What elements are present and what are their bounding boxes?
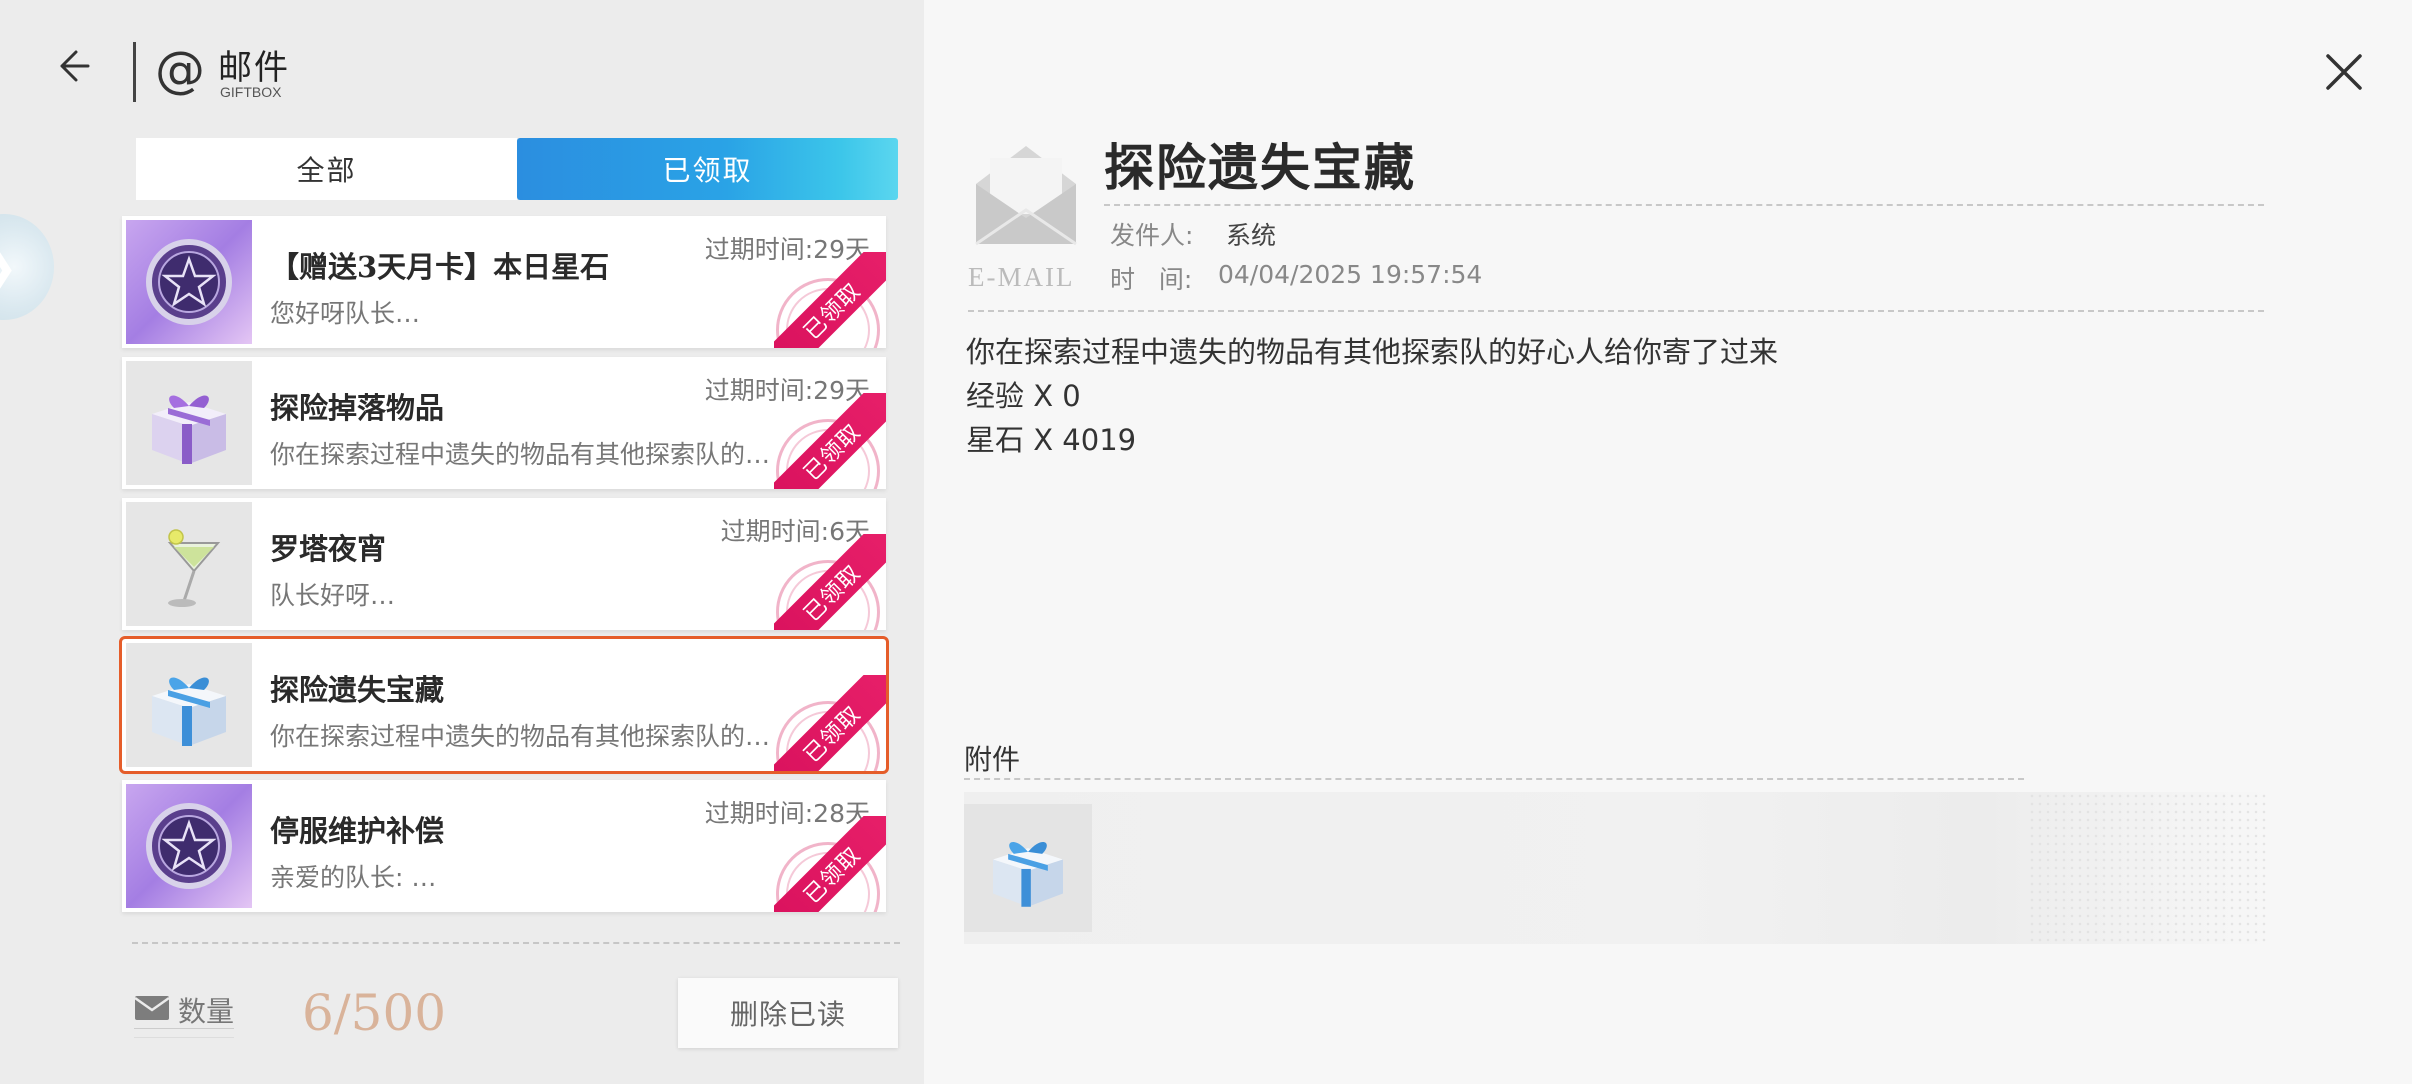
cocktail-icon — [126, 502, 252, 626]
detail-title: 探险遗失宝藏 — [1104, 138, 1416, 197]
attachments-divider — [964, 778, 2024, 780]
purple-gift-icon — [126, 361, 252, 485]
mail-preview: 你在探索过程中遗失的物品有其他探索队的好… — [270, 722, 790, 751]
arrow-left-icon — [60, 50, 90, 82]
mail-title: 探险掉落物品 — [270, 391, 445, 425]
side-drawer-handle[interactable]: ❯ — [0, 214, 54, 320]
tab-all[interactable]: 全部 — [136, 138, 517, 200]
mail-preview: 你在探索过程中遗失的物品有其他探索队的好… — [270, 440, 790, 469]
attachments-strip — [964, 792, 2268, 944]
claimed-stamp: 已领取 — [774, 393, 886, 489]
time-value: 04/04/2025 19:57:54 — [1218, 260, 1483, 289]
time-label: 时 间: — [1110, 265, 1193, 294]
sender-value: 系统 — [1226, 221, 1277, 250]
at-icon: @ — [155, 41, 205, 99]
mail-item-selected[interactable]: 探险遗失宝藏 你在探索过程中遗失的物品有其他探索队的好… 已领取 — [119, 636, 889, 774]
claimed-stamp: 已领取 — [774, 534, 886, 630]
envelope-icon — [134, 996, 170, 1020]
claimed-stamp: 已领取 — [774, 816, 886, 912]
page-title: 邮件 — [218, 48, 290, 88]
mail-item[interactable]: 停服维护补偿 亲爱的队长: … 过期时间:28天 已领取 — [122, 780, 886, 912]
dot-pattern — [2028, 792, 2268, 944]
star-medal-icon — [126, 784, 252, 908]
mail-body: 你在探索过程中遗失的物品有其他探索队的好心人给你寄了过来 经验 X 0 星石 X… — [966, 330, 1778, 462]
open-envelope-icon — [975, 146, 1077, 246]
delete-read-button[interactable]: 删除已读 — [678, 978, 898, 1048]
back-button[interactable] — [44, 38, 100, 94]
mail-title: 停服维护补偿 — [270, 814, 445, 848]
mail-preview: 队长好呀… — [270, 581, 396, 610]
meta-divider — [968, 310, 2264, 312]
mail-preview: 您好呀队长… — [270, 299, 421, 328]
mail-title: 罗塔夜宵 — [270, 532, 387, 566]
mail-title: 探险遗失宝藏 — [270, 673, 445, 707]
mail-list-panel: @ 邮件 GIFTBOX ❯ 全部 已领取 【赠送3天月卡】本日星石 您好呀队长… — [0, 0, 924, 1084]
close-icon[interactable] — [2316, 44, 2372, 100]
list-divider — [132, 942, 900, 944]
blue-gift-icon — [993, 841, 1063, 907]
mail-list: 【赠送3天月卡】本日星石 您好呀队长… 过期时间:29天 已领取 探险掉落物品 … — [119, 216, 889, 921]
chevron-right-icon: ❯ — [0, 242, 18, 293]
mail-detail-panel: E-MAIL 探险遗失宝藏 发件人: 系统 时 间: 04/04/2025 19… — [924, 0, 2412, 1084]
sender-label: 发件人: — [1110, 221, 1194, 250]
attachments-label: 附件 — [964, 743, 1021, 776]
mail-item[interactable]: 罗塔夜宵 队长好呀… 过期时间:6天 已领取 — [122, 498, 886, 630]
page-subtitle: GIFTBOX — [220, 84, 282, 100]
tab-claimed[interactable]: 已领取 — [517, 138, 898, 200]
claimed-stamp: 已领取 — [774, 675, 886, 771]
mail-preview: 亲爱的队长: … — [270, 863, 437, 892]
attachment-item[interactable] — [964, 804, 1092, 932]
mail-count-label: 数量 — [178, 995, 235, 1028]
count-decoration — [134, 1028, 234, 1038]
mail-title: 【赠送3天月卡】本日星石 — [270, 250, 610, 284]
header-divider — [133, 42, 136, 102]
body-line: 星石 X 4019 — [966, 423, 1137, 457]
blue-gift-icon — [126, 643, 252, 767]
star-medal-icon — [126, 220, 252, 344]
body-line: 经验 X 0 — [966, 379, 1081, 413]
claimed-stamp: 已领取 — [774, 252, 886, 348]
email-caption: E-MAIL — [968, 262, 1075, 292]
mail-item[interactable]: 【赠送3天月卡】本日星石 您好呀队长… 过期时间:29天 已领取 — [122, 216, 886, 348]
mail-count-value: 6/500 — [302, 984, 447, 1042]
title-divider — [1104, 204, 2264, 206]
mail-item[interactable]: 探险掉落物品 你在探索过程中遗失的物品有其他探索队的好… 过期时间:29天 已领… — [122, 357, 886, 489]
body-line: 你在探索过程中遗失的物品有其他探索队的好心人给你寄了过来 — [966, 335, 1779, 369]
filter-tabs: 全部 已领取 — [136, 138, 898, 200]
